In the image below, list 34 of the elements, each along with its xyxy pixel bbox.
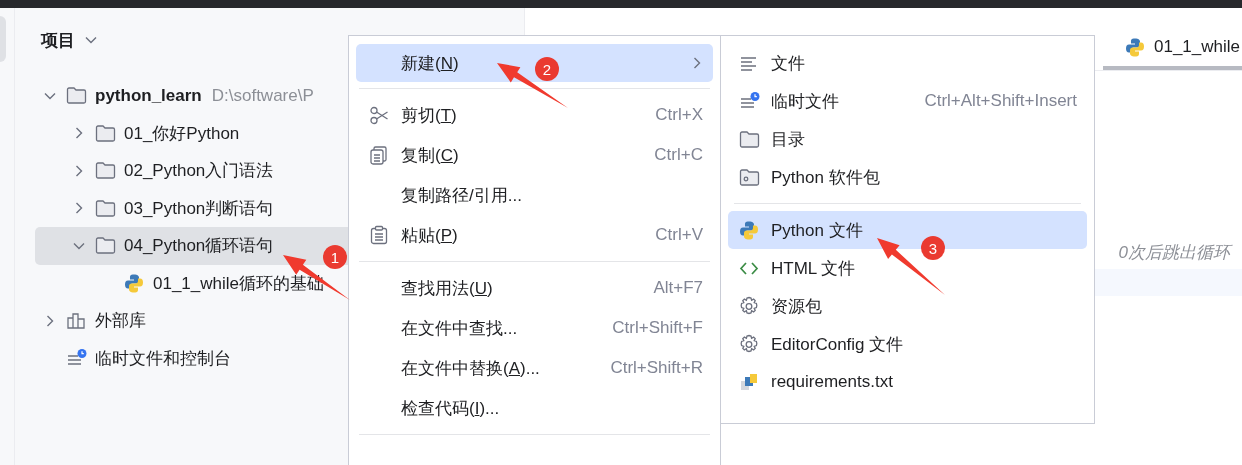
menu-item[interactable]: 资源包 xyxy=(728,287,1087,325)
menu-item[interactable]: 文件 xyxy=(728,44,1087,82)
folder-icon xyxy=(739,128,760,150)
package-folder-icon xyxy=(739,166,760,188)
copy-icon xyxy=(369,144,390,166)
menu-item[interactable]: 目录 xyxy=(728,120,1087,158)
menu-item[interactable]: 检查代码(I)... xyxy=(356,388,713,428)
gear-icon xyxy=(739,333,760,355)
folder-icon xyxy=(95,160,116,182)
folder-icon xyxy=(66,85,87,107)
folder-icon xyxy=(95,235,116,257)
menu-item[interactable]: Python 软件包 xyxy=(728,158,1087,196)
menu-item[interactable]: requirements.txt xyxy=(728,363,1087,401)
library-icon xyxy=(66,310,87,332)
python-icon xyxy=(124,272,145,294)
menu-item[interactable]: 复制路径/引用... xyxy=(356,175,713,215)
python-icon xyxy=(1125,36,1146,58)
editor-tab[interactable]: 01_1_while xyxy=(1103,8,1242,70)
menu-item[interactable]: 剪切(T) Ctrl+X xyxy=(356,95,713,135)
folder-icon xyxy=(95,197,116,219)
scissors-icon xyxy=(369,104,390,126)
menu-item[interactable]: EditorConfig 文件 xyxy=(728,325,1087,363)
menu-item[interactable]: 临时文件 Ctrl+Alt+Shift+Insert xyxy=(728,82,1087,120)
menu-item[interactable]: 复制(C) Ctrl+C xyxy=(356,135,713,175)
gear-icon xyxy=(739,295,760,317)
stacked-files-icon xyxy=(739,371,760,393)
folder-icon xyxy=(95,122,116,144)
menu-item[interactable]: 在文件中替换(A)... Ctrl+Shift+R xyxy=(356,348,713,388)
panel-title[interactable]: 项目 xyxy=(41,28,75,52)
python-icon xyxy=(739,219,760,241)
clipboard-icon xyxy=(369,224,390,246)
menu-item[interactable]: 查找用法(U) Alt+F7 xyxy=(356,268,713,308)
menu-item[interactable]: 在文件中查找... Ctrl+Shift+F xyxy=(356,308,713,348)
tool-window-tab[interactable] xyxy=(0,16,6,62)
